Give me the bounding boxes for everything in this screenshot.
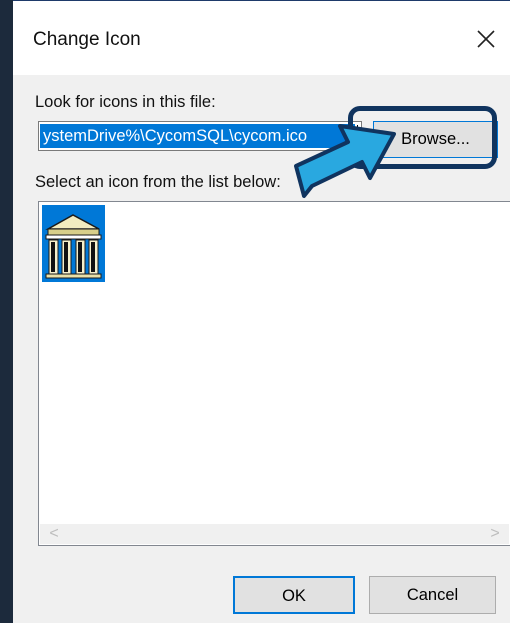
- background-window-edge: [0, 0, 13, 623]
- scroll-right-arrow-icon[interactable]: >: [485, 524, 505, 544]
- close-icon[interactable]: [472, 25, 500, 53]
- icon-file-input[interactable]: ystemDrive%\CycomSQL\cycom.ico: [38, 121, 362, 151]
- ok-button[interactable]: OK: [233, 576, 355, 614]
- cancel-button[interactable]: Cancel: [369, 576, 496, 614]
- icon-list[interactable]: < >: [38, 201, 510, 546]
- browse-button[interactable]: Browse...: [373, 121, 498, 158]
- change-icon-dialog: Change Icon Look for icons in this file:…: [13, 0, 510, 623]
- dialog-title: Change Icon: [33, 29, 141, 50]
- text-caret: [357, 125, 358, 147]
- title-bar: Change Icon: [13, 1, 510, 75]
- file-label: Look for icons in this file:: [35, 93, 216, 111]
- icon-list-item[interactable]: [42, 205, 105, 282]
- cycom-building-icon: [45, 214, 102, 279]
- horizontal-scrollbar[interactable]: < >: [40, 524, 509, 544]
- scroll-left-arrow-icon[interactable]: <: [44, 524, 64, 544]
- icon-file-path: ystemDrive%\CycomSQL\cycom.ico: [40, 124, 355, 148]
- icon-list-label: Select an icon from the list below:: [35, 173, 281, 191]
